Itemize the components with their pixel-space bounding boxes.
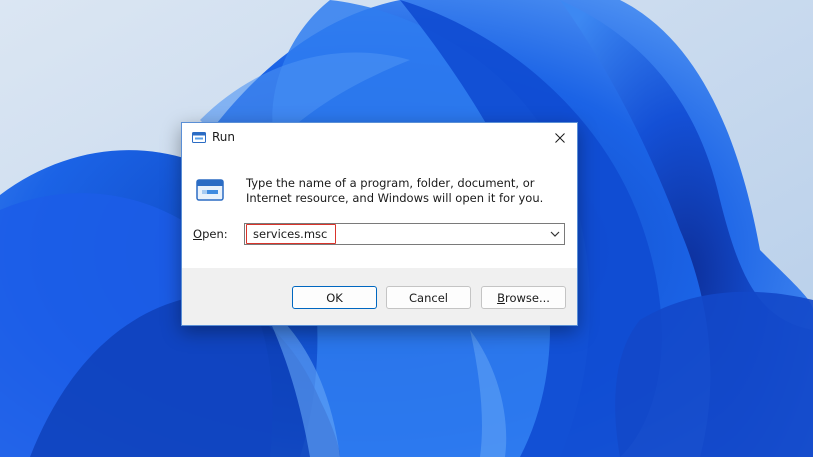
cancel-button[interactable]: Cancel <box>386 286 471 309</box>
open-label-rest: pen: <box>202 227 228 241</box>
dialog-content: Type the name of a program, folder, docu… <box>182 153 577 268</box>
run-program-icon <box>196 179 224 201</box>
desktop: Run Type the name of a program, folder, … <box>0 0 813 457</box>
close-icon <box>555 133 565 143</box>
window-title: Run <box>212 130 236 144</box>
chevron-down-icon[interactable] <box>550 230 560 238</box>
open-combobox[interactable] <box>244 223 565 245</box>
open-label-accelerator: O <box>193 227 203 241</box>
title-bar[interactable]: Run <box>182 123 577 153</box>
close-button[interactable] <box>543 123 577 153</box>
run-dialog: Run Type the name of a program, folder, … <box>181 122 578 326</box>
browse-button-label: rowse... <box>504 290 550 305</box>
run-icon <box>192 132 206 143</box>
open-label: Open: <box>193 227 228 241</box>
cancel-button-label: Cancel <box>409 290 448 305</box>
browse-button[interactable]: Browse... <box>481 286 566 309</box>
dialog-description: Type the name of a program, folder, docu… <box>246 176 544 205</box>
button-row: OK Cancel Browse... <box>182 268 577 325</box>
ok-button[interactable]: OK <box>292 286 377 309</box>
ok-button-label: OK <box>326 290 343 305</box>
open-input[interactable] <box>246 224 336 244</box>
browse-accelerator: B <box>497 290 505 305</box>
